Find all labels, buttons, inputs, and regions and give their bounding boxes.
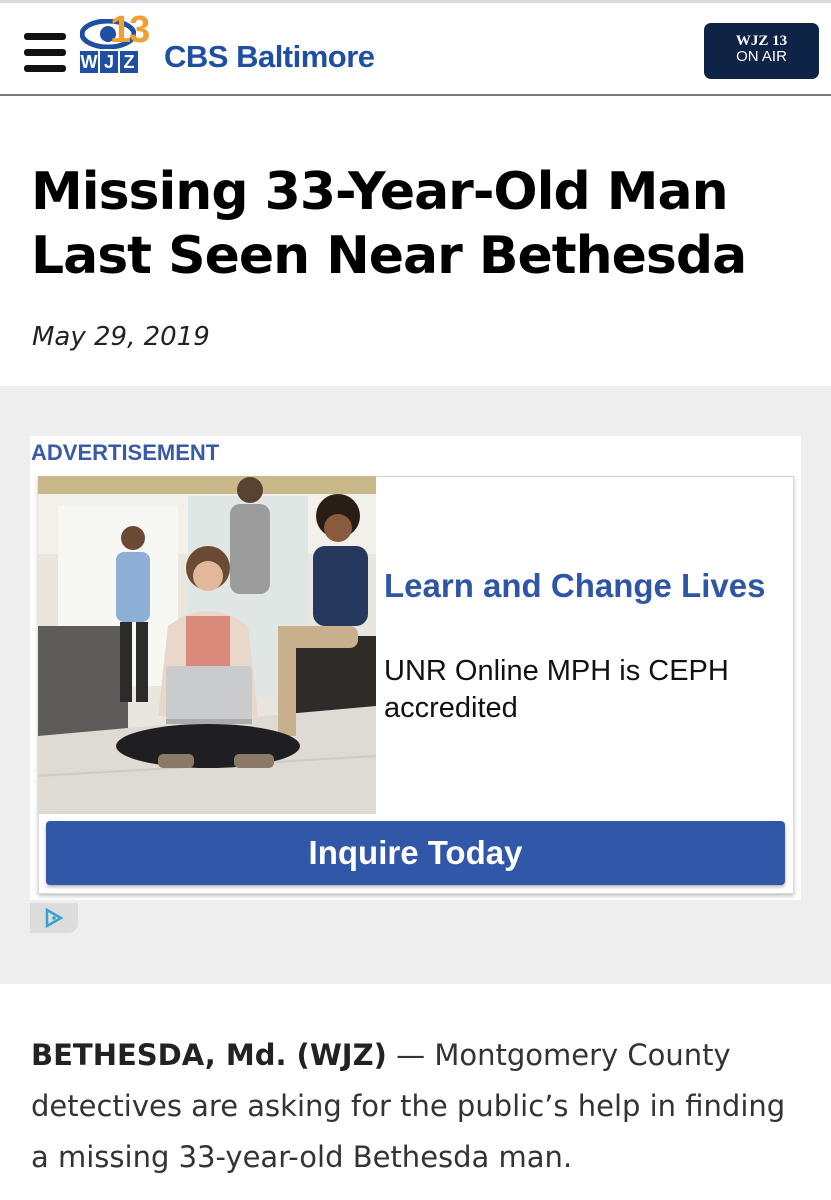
adchoices-icon (45, 907, 64, 929)
logo-channel-number: 13 (110, 9, 150, 51)
article-dateline: BETHESDA, Md. (WJZ) (31, 1038, 387, 1072)
on-air-button[interactable]: WJZ 13 ON AIR (704, 23, 819, 79)
article-lead-paragraph: BETHESDA, Md. (WJZ) — Montgomery County … (31, 1030, 801, 1183)
on-air-station: WJZ 13 (735, 33, 788, 49)
ad-image[interactable] (38, 476, 376, 814)
article-title: Missing 33-Year-Old Man Last Seen Near B… (31, 162, 747, 286)
ad-label: ADVERTISEMENT (31, 440, 220, 465)
logo-letter: J (100, 51, 118, 73)
dateline-dash: — (386, 1038, 435, 1072)
logo-letter: W (80, 51, 98, 73)
site-logo[interactable]: 13 W J Z CBS Baltimore (80, 9, 410, 75)
article-date: May 29, 2019 (32, 322, 210, 352)
ad-headline[interactable]: Learn and Change Lives (384, 566, 784, 606)
menu-icon[interactable] (24, 33, 66, 73)
logo-station-letters: W J Z (80, 51, 138, 73)
site-header: 13 W J Z CBS Baltimore WJZ 13 ON AIR (0, 0, 831, 96)
on-air-label: ON AIR (736, 48, 787, 65)
inquire-button[interactable]: Inquire Today (46, 821, 785, 885)
ad-body-text: UNR Online MPH is CEPH accredited (384, 655, 729, 724)
logo-letter: Z (120, 51, 138, 73)
adchoices-button[interactable] (30, 903, 78, 933)
brand-name: CBS Baltimore (164, 39, 375, 74)
